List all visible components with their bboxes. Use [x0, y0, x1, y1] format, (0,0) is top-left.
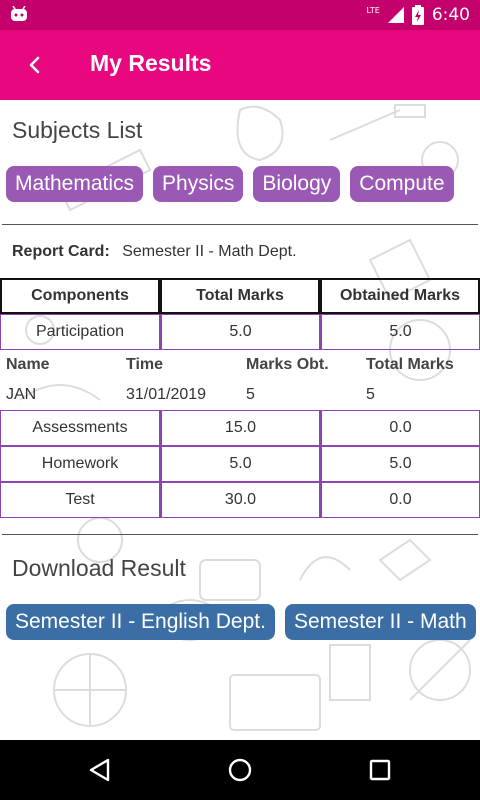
header-components: Components: [0, 278, 160, 314]
table-row-homework[interactable]: Homework 5.0 5.0: [0, 446, 480, 482]
nav-back-icon[interactable]: [86, 756, 114, 784]
participation-detail-header: Name Time Marks Obt. Total Marks: [6, 350, 480, 380]
download-result-title: Download Result: [12, 555, 186, 581]
obtained-marks-value: 0.0: [320, 482, 480, 518]
table-row-test[interactable]: Test 30.0 0.0: [0, 482, 480, 518]
component-name: Assessments: [0, 410, 160, 446]
table-row-participation[interactable]: Participation 5.0 5.0: [0, 314, 480, 350]
system-navigation-bar: [0, 740, 480, 800]
subject-chip-physics[interactable]: Physics: [153, 166, 244, 202]
divider: [2, 224, 478, 225]
obtained-marks-value: 5.0: [320, 314, 480, 350]
table-row-assessments[interactable]: Assessments 15.0 0.0: [0, 410, 480, 446]
lte-signal-icon: [387, 7, 404, 23]
back-button[interactable]: [20, 50, 50, 80]
total-marks-value: 15.0: [160, 410, 320, 446]
component-name: Participation: [0, 314, 160, 350]
download-chip-math[interactable]: Semester II - Math: [284, 604, 476, 640]
obtained-marks-value: 0.0: [320, 410, 480, 446]
subject-chip-computer[interactable]: Compute: [350, 166, 454, 202]
obtained-marks-value: 5.0: [320, 446, 480, 482]
back-icon: [29, 56, 40, 74]
total-marks-value: 30.0: [160, 482, 320, 518]
battery-icon: [411, 5, 424, 25]
total-marks-value: 5.0: [160, 446, 320, 482]
detail-header-total-marks: Total Marks: [366, 356, 454, 373]
subjects-chip-list[interactable]: Mathematics Physics Biology Compute: [6, 166, 454, 202]
detail-marks-obtained: 5: [246, 386, 255, 403]
divider: [2, 534, 478, 535]
report-card-label: Report Card:: [12, 243, 110, 260]
marks-table-header: Components Total Marks Obtained Marks: [0, 278, 480, 314]
detail-total-marks: 5: [366, 386, 375, 403]
android-icon: [11, 6, 27, 21]
component-name: Test: [0, 482, 160, 518]
detail-header-time: Time: [126, 356, 164, 373]
subject-chip-mathematics[interactable]: Mathematics: [6, 166, 144, 202]
detail-time: 31/01/2019: [126, 386, 207, 403]
report-card-value: Semester II - Math Dept.: [122, 243, 297, 260]
subjects-list-title: Subjects List: [12, 117, 143, 143]
lte-label: LTE: [366, 5, 380, 15]
detail-name: JAN: [6, 386, 37, 403]
report-card-heading: Report Card: Semester II - Math Dept.: [12, 243, 297, 261]
app-bar: My Results: [0, 30, 480, 100]
main-content: Subjects List Mathematics Physics Biolog…: [0, 100, 480, 740]
header-obtained-marks: Obtained Marks: [320, 278, 480, 314]
header-total-marks: Total Marks: [160, 278, 320, 314]
subject-chip-biology[interactable]: Biology: [253, 166, 341, 202]
participation-detail-row: JAN 31/01/2019 5 5: [6, 380, 480, 410]
component-name: Homework: [0, 446, 160, 482]
download-chip-list[interactable]: Semester II - English Dept. Semester II …: [6, 604, 476, 640]
page-title: My Results: [90, 50, 212, 76]
detail-header-marks-obtained: Marks Obt.: [246, 356, 329, 373]
status-bar: LTE 6:40: [0, 0, 480, 30]
nav-home-icon[interactable]: [226, 756, 254, 784]
detail-header-name: Name: [6, 356, 50, 373]
total-marks-value: 5.0: [160, 314, 320, 350]
status-time: 6:40: [431, 5, 470, 25]
nav-recents-icon[interactable]: [366, 756, 394, 784]
download-chip-english[interactable]: Semester II - English Dept.: [6, 604, 275, 640]
